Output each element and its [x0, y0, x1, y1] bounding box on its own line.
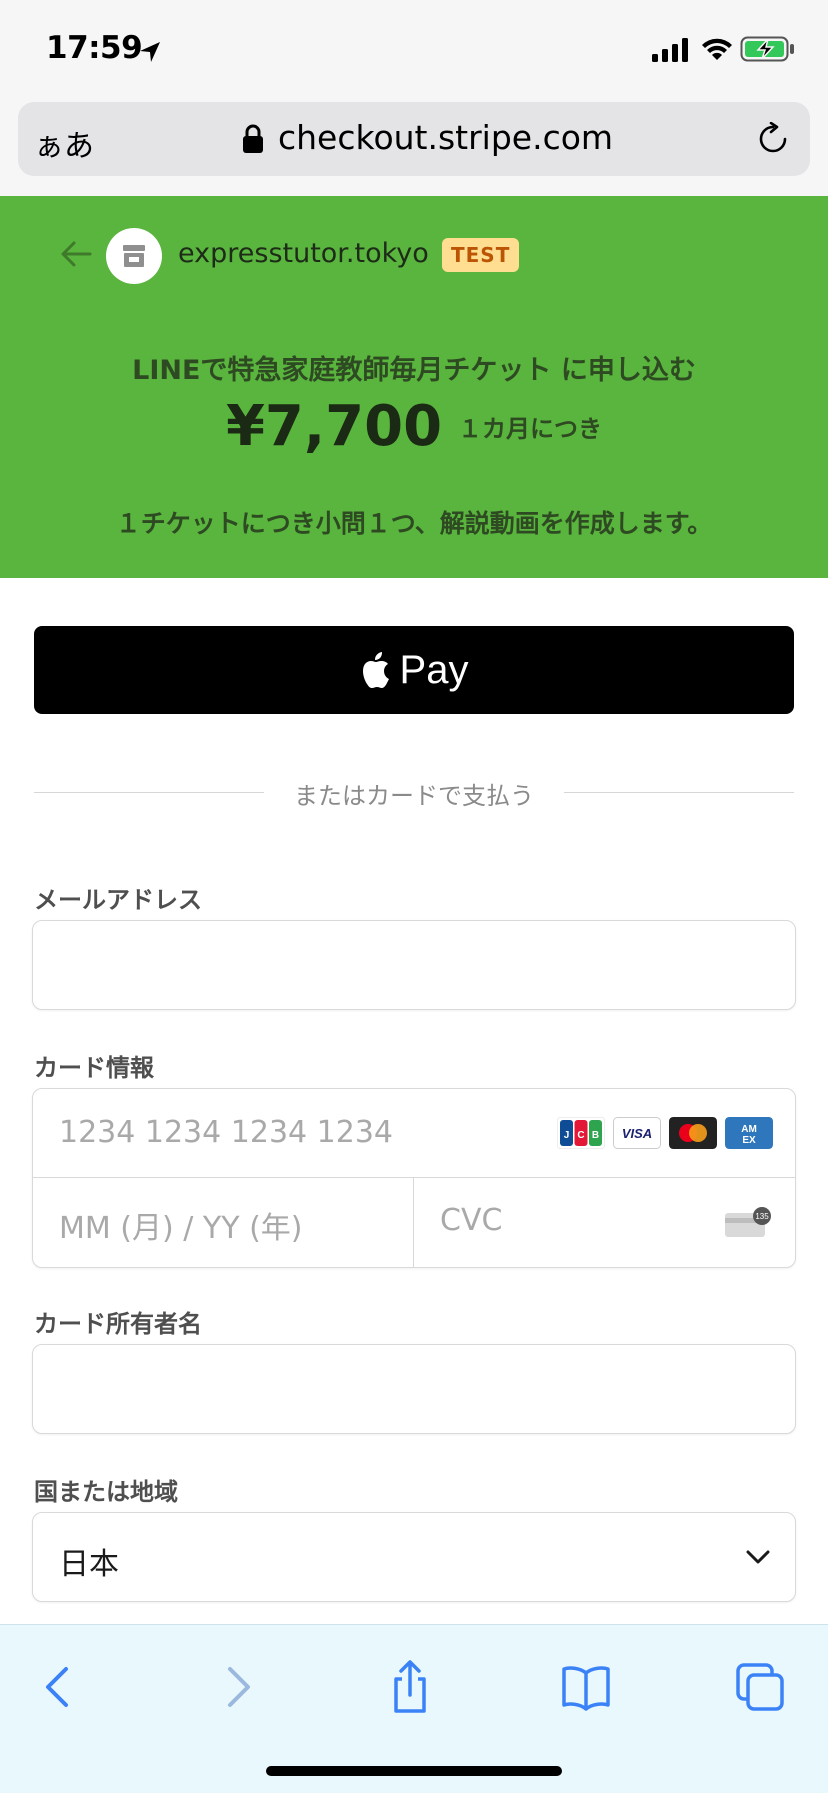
merchant-name: expresstutor.tokyo [178, 238, 429, 269]
card-brand-list: JCB VISA AM EX [557, 1117, 773, 1149]
card-info-label: カード情報 [34, 1054, 154, 1082]
address-bar[interactable]: ぁあ checkout.stripe.com [18, 102, 810, 176]
chevron-down-icon [746, 1550, 770, 1564]
cvc-hint-text: 135 [755, 1212, 769, 1221]
merchant-avatar [106, 228, 162, 284]
status-time: 17:59 [46, 30, 143, 66]
billing-period: １カ月につき [458, 415, 603, 443]
lock-icon [243, 124, 263, 153]
card-info-group: 1234 1234 1234 1234 JCB VISA AM EX MM (月)… [32, 1088, 796, 1268]
price-row: ¥7,700 １カ月につき [0, 394, 828, 459]
jcb-icon: JCB [557, 1117, 605, 1149]
email-label: メールアドレス [34, 886, 202, 914]
amex-icon: AMEX [725, 1117, 773, 1149]
back-icon[interactable] [30, 1659, 90, 1715]
bookmarks-icon[interactable] [556, 1659, 616, 1715]
url-text[interactable]: checkout.stripe.com [278, 118, 613, 157]
test-mode-badge: TEST [442, 238, 520, 272]
checkout-header: expresstutor.tokyo TEST LINEで特急家庭教師毎月チケッ… [0, 196, 828, 578]
cvc-placeholder: CVC [440, 1203, 503, 1238]
apple-pay-button[interactable]: Pay [34, 626, 794, 714]
product-description: １チケットにつき小問１つ、解説動画を作成します。 [115, 509, 713, 538]
country-select[interactable]: 日本 [32, 1512, 796, 1602]
svg-text:EX: EX [742, 1135, 756, 1146]
cardholder-label: カード所有者名 [34, 1310, 202, 1338]
product-title: LINEで特急家庭教師毎月チケット に申し込む [132, 355, 696, 386]
svg-text:AM: AM [741, 1124, 757, 1135]
forward-icon[interactable] [206, 1659, 266, 1715]
tabs-icon[interactable] [732, 1659, 792, 1715]
divider-line-right [564, 792, 794, 793]
cardholder-name-field[interactable] [32, 1344, 796, 1434]
svg-text:B: B [592, 1130, 599, 1141]
email-field[interactable] [32, 920, 796, 1010]
apple-logo-icon [362, 652, 389, 688]
top-chrome: 17:59 ぁあ checkout.stripe.com [0, 0, 828, 196]
share-icon[interactable] [380, 1659, 440, 1715]
card-expiry-field[interactable]: MM (月) / YY (年) [33, 1177, 414, 1267]
visa-icon: VISA [613, 1117, 661, 1149]
back-arrow-icon[interactable] [60, 240, 92, 268]
location-arrow-icon [140, 42, 160, 62]
mastercard-icon [669, 1117, 717, 1149]
price-amount: ¥7,700 [225, 394, 443, 459]
home-indicator [266, 1766, 562, 1776]
store-icon [123, 245, 145, 267]
text-size-button[interactable]: ぁあ [34, 121, 94, 165]
svg-text:C: C [577, 1130, 584, 1141]
country-value: 日本 [59, 1547, 119, 1582]
country-label: 国または地域 [34, 1478, 178, 1506]
svg-text:J: J [564, 1130, 570, 1141]
card-number-placeholder: 1234 1234 1234 1234 [59, 1115, 393, 1150]
apple-pay-label: Pay [399, 647, 469, 692]
reload-icon[interactable] [756, 122, 790, 156]
card-cvc-field[interactable]: CVC 135 [414, 1177, 795, 1267]
svg-text:VISA: VISA [622, 1126, 652, 1141]
wifi-icon [702, 38, 732, 60]
divider-text: またはカードで支払う [294, 782, 534, 810]
cvc-card-icon: 135 [725, 1207, 771, 1237]
or-divider: またはカードで支払う [34, 772, 794, 812]
card-number-field[interactable]: 1234 1234 1234 1234 JCB VISA AM EX [33, 1089, 795, 1178]
battery-charging-icon [740, 36, 794, 62]
cellular-signal-icon [652, 38, 688, 62]
expiry-placeholder: MM (月) / YY (年) [59, 1211, 303, 1246]
